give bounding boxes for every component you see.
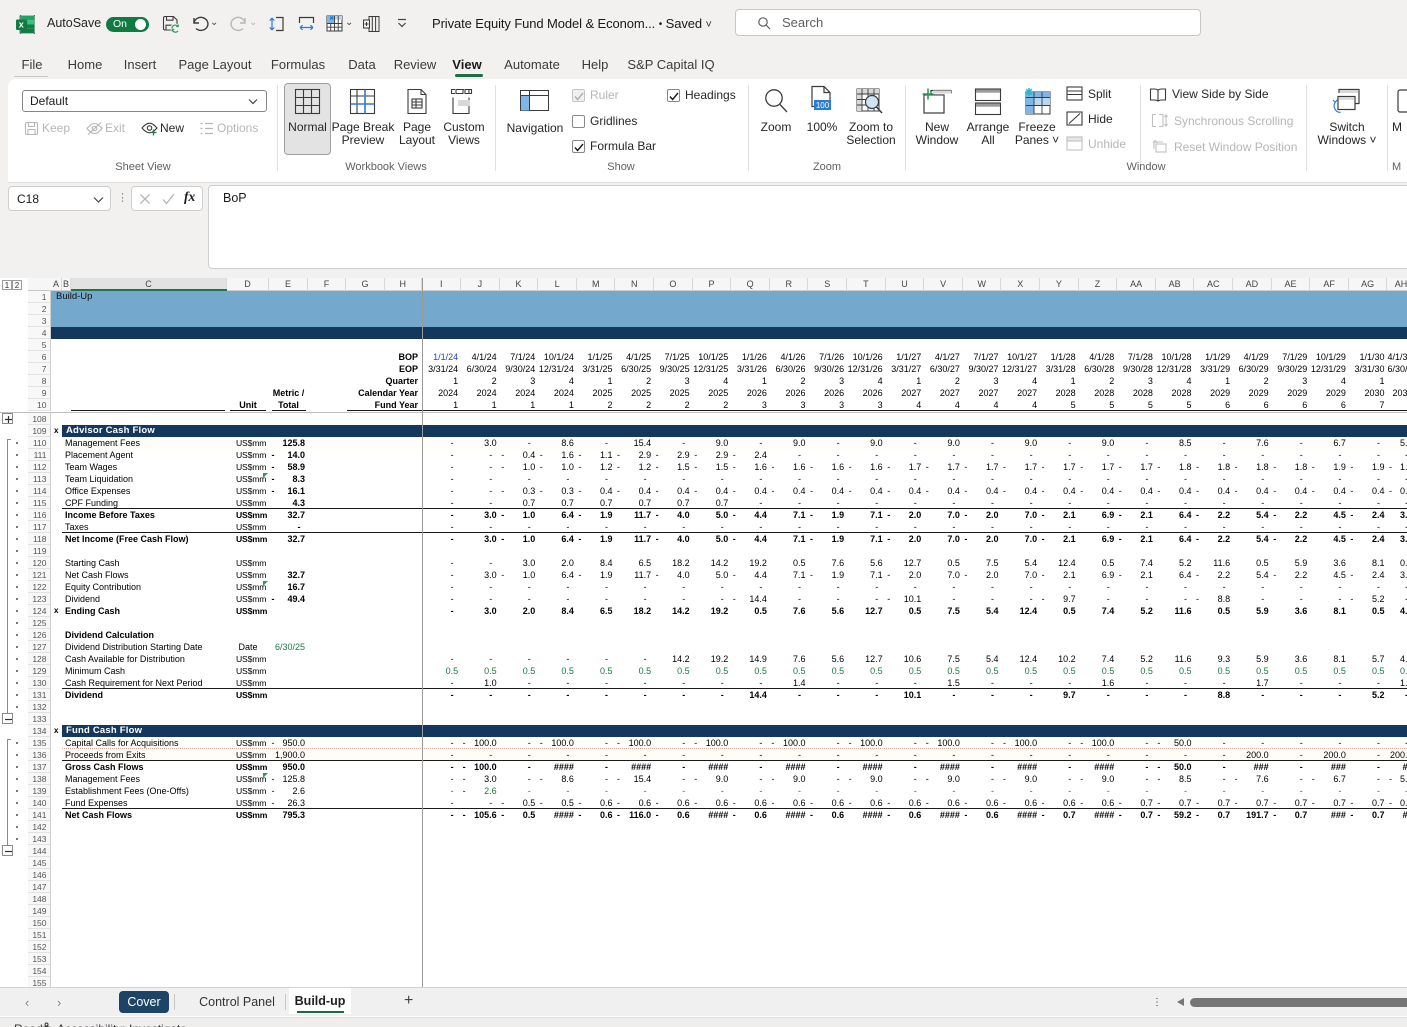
svg-text:x: x: [19, 20, 24, 30]
svg-text:100: 100: [816, 101, 830, 110]
